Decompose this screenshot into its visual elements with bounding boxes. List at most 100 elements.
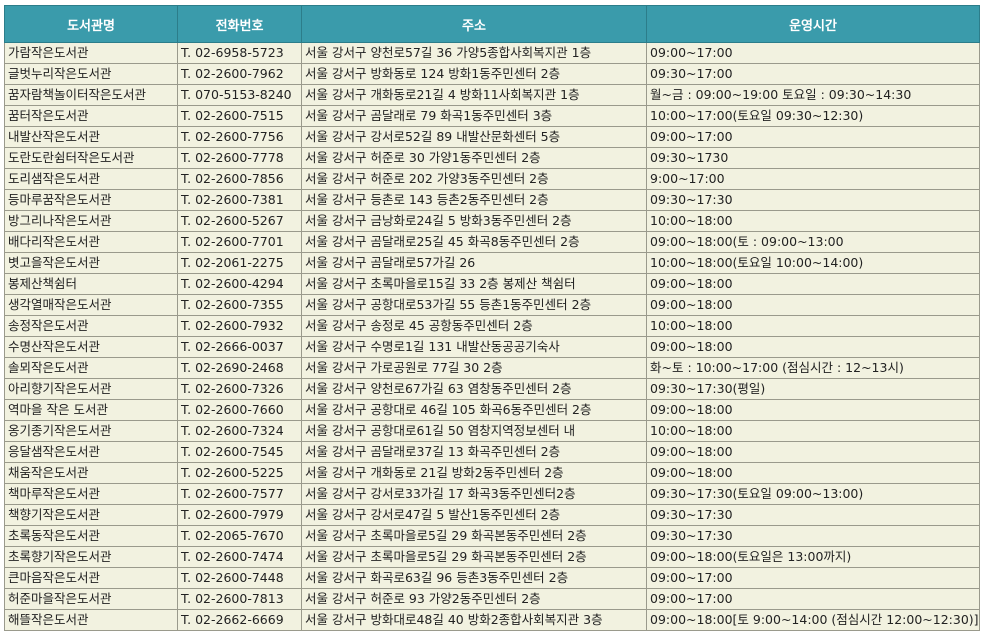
address-cell: 서울 강서구 화곡로63길 96 등촌3동주민센터 2층 (301, 567, 647, 589)
library-name-cell: 책마루작은도서관 (4, 483, 178, 505)
table-row: 송정작은도서관 T. 02-2600-7932 서울 강서구 송정로 45 공항동주… (4, 315, 980, 337)
library-name-cell: 역마을 작은 도서관 (4, 399, 178, 421)
library-name-cell: 허준마을작은도서관 (4, 588, 178, 610)
hours-cell: 09:00~18:00 (646, 399, 980, 421)
library-name-cell: 내발산작은도서관 (4, 126, 178, 148)
hours-cell: 10:00~18:00 (646, 315, 980, 337)
table-row: 등마루꿈작은도서관 T. 02-2600-7381 서울 강서구 등촌로 143 등… (4, 189, 980, 211)
hours-cell: 10:00~18:00 (646, 210, 980, 232)
library-name-cell: 봉제산책쉼터 (4, 273, 178, 295)
column-header-address: 주소 (301, 5, 647, 43)
hours-cell: 10:00~17:00(토요일 09:30~12:30) (646, 105, 980, 127)
address-cell: 서울 강서구 곰달래로 79 화곡1동주민센터 3층 (301, 105, 647, 127)
table-body: 가람작은도서관 T. 02-6958-5723 서울 강서구 양천로57길 36 가… (4, 42, 980, 631)
table-row: 생각열매작은도서관 T. 02-2600-7355 서울 강서구 공항대로53가길 … (4, 294, 980, 316)
address-cell: 서울 강서구 송정로 45 공항동주민센터 2층 (301, 315, 647, 337)
table-row: 책향기작은도서관 T. 02-2600-7979 서울 강서구 강서로47길 5 발… (4, 504, 980, 526)
table-row: 꿈터작은도서관 T. 02-2600-7515 서울 강서구 곰달래로 79 화곡1… (4, 105, 980, 127)
library-name-cell: 수명산작은도서관 (4, 336, 178, 358)
column-header-hours: 운영시간 (646, 5, 980, 43)
phone-cell: T. 02-2065-7670 (177, 525, 302, 547)
library-table-container: 도서관명 전화번호 주소 운영시간 가람작은도서관 T. 02-6958-5723… (4, 5, 980, 631)
library-name-cell: 글벗누리작은도서관 (4, 63, 178, 85)
table-row: 배다리작은도서관 T. 02-2600-7701 서울 강서구 곰달래로25길 45… (4, 231, 980, 253)
address-cell: 서울 강서구 양천로57길 36 가양5종합사회복지관 1층 (301, 42, 647, 64)
phone-cell: T. 02-2600-7979 (177, 504, 302, 526)
hours-cell: 09:00~18:00 (646, 336, 980, 358)
hours-cell: 화~토 : 10:00~17:00 (점심시간 : 12~13시) (646, 357, 980, 379)
phone-cell: T. 02-2600-7756 (177, 126, 302, 148)
hours-cell: 10:00~18:00 (646, 420, 980, 442)
library-name-cell: 응달샘작은도서관 (4, 441, 178, 463)
phone-cell: T. 02-2600-7813 (177, 588, 302, 610)
library-name-cell: 등마루꿈작은도서관 (4, 189, 178, 211)
table-row: 아리향기작은도서관 T. 02-2600-7326 서울 강서구 양천로67가길 6… (4, 378, 980, 400)
library-name-cell: 꿈자람책놀이터작은도서관 (4, 84, 178, 106)
library-name-cell: 생각열매작은도서관 (4, 294, 178, 316)
hours-cell: 09:00~18:00(토 : 09:00~13:00 (646, 231, 980, 253)
hours-cell: 09:30~17:30(평일) (646, 378, 980, 400)
library-name-cell: 해뜰작은도서관 (4, 609, 178, 631)
hours-cell: 09:00~18:00 (646, 273, 980, 295)
address-cell: 서울 강서구 방화대로48길 40 방화2종합사회복지관 3층 (301, 609, 647, 631)
column-header-phone: 전화번호 (177, 5, 302, 43)
library-name-cell: 방그리나작은도서관 (4, 210, 178, 232)
address-cell: 서울 강서구 공항대로61길 50 염창지역정보센터 내 (301, 420, 647, 442)
address-cell: 서울 강서구 초록마을로5길 29 화곡본동주민센터 2층 (301, 546, 647, 568)
hours-cell: 09:00~18:00(토요일은 13:00까지) (646, 546, 980, 568)
phone-cell: T. 02-2600-7577 (177, 483, 302, 505)
address-cell: 서울 강서구 허준로 93 가양2동주민센터 2층 (301, 588, 647, 610)
address-cell: 서울 강서구 개화동로21길 4 방화11사회복지관 1층 (301, 84, 647, 106)
phone-cell: T. 070-5153-8240 (177, 84, 302, 106)
phone-cell: T. 02-2600-4294 (177, 273, 302, 295)
table-row: 채움작은도서관 T. 02-2600-5225 서울 강서구 개화동로 21길 방화… (4, 462, 980, 484)
library-name-cell: 초록동작은도서관 (4, 525, 178, 547)
phone-cell: T. 02-2600-7932 (177, 315, 302, 337)
phone-cell: T. 02-2600-7515 (177, 105, 302, 127)
library-name-cell: 옹기종기작은도서관 (4, 420, 178, 442)
table-row: 옹기종기작은도서관 T. 02-2600-7324 서울 강서구 공항대로61길 5… (4, 420, 980, 442)
hours-cell: 09:00~18:00 (646, 462, 980, 484)
library-name-cell: 볏고을작은도서관 (4, 252, 178, 274)
table-row: 수명산작은도서관 T. 02-2666-0037 서울 강서구 수명로1길 131 … (4, 336, 980, 358)
hours-cell: 09:00~17:00 (646, 588, 980, 610)
hours-cell: 09:30~17:00 (646, 63, 980, 85)
hours-cell: 09:00~18:00 (646, 441, 980, 463)
table-row: 초록동작은도서관 T. 02-2065-7670 서울 강서구 초록마을로5길 29… (4, 525, 980, 547)
hours-cell: 09:30~17:30(토요일 09:00~13:00) (646, 483, 980, 505)
phone-cell: T. 02-2600-7778 (177, 147, 302, 169)
table-row: 응달샘작은도서관 T. 02-2600-7545 서울 강서구 곰달래로37길 13… (4, 441, 980, 463)
phone-cell: T. 02-2600-7660 (177, 399, 302, 421)
library-table: 도서관명 전화번호 주소 운영시간 가람작은도서관 T. 02-6958-5723… (4, 5, 980, 631)
phone-cell: T. 02-2690-2468 (177, 357, 302, 379)
address-cell: 서울 강서구 곰달래로57가길 26 (301, 252, 647, 274)
table-row: 허준마을작은도서관 T. 02-2600-7813 서울 강서구 허준로 93 가양… (4, 588, 980, 610)
table-header-row: 도서관명 전화번호 주소 운영시간 (4, 5, 980, 43)
hours-cell: 09:30~17:30 (646, 525, 980, 547)
address-cell: 서울 강서구 가로공원로 77길 30 2층 (301, 357, 647, 379)
hours-cell: 09:00~17:00 (646, 42, 980, 64)
address-cell: 서울 강서구 강서로52길 89 내발산문화센터 5층 (301, 126, 647, 148)
table-row: 꿈자람책놀이터작은도서관 T. 070-5153-8240 서울 강서구 개화동로2… (4, 84, 980, 106)
address-cell: 서울 강서구 등촌로 143 등촌2동주민센터 2층 (301, 189, 647, 211)
library-name-cell: 초록향기작은도서관 (4, 546, 178, 568)
table-row: 해뜰작은도서관 T. 02-2662-6669 서울 강서구 방화대로48길 40 … (4, 609, 980, 631)
table-row: 도란도란쉼터작은도서관 T. 02-2600-7778 서울 강서구 허준로 30 … (4, 147, 980, 169)
hours-cell: 09:00~17:00 (646, 126, 980, 148)
phone-cell: T. 02-2600-5225 (177, 462, 302, 484)
address-cell: 서울 강서구 허준로 30 가양1동주민센터 2층 (301, 147, 647, 169)
address-cell: 서울 강서구 초록마을로5길 29 화곡본동주민센터 2층 (301, 525, 647, 547)
hours-cell: 09:00~18:00 (646, 294, 980, 316)
hours-cell: 10:00~18:00(토요일 10:00~14:00) (646, 252, 980, 274)
library-name-cell: 큰마음작은도서관 (4, 567, 178, 589)
address-cell: 서울 강서구 양천로67가길 63 염창동주민센터 2층 (301, 378, 647, 400)
phone-cell: T. 02-2662-6669 (177, 609, 302, 631)
address-cell: 서울 강서구 금낭화로24길 5 방화3동주민센터 2층 (301, 210, 647, 232)
hours-cell: 월~금 : 09:00~19:00 토요일 : 09:30~14:30 (646, 84, 980, 106)
phone-cell: T. 02-2600-7355 (177, 294, 302, 316)
table-row: 큰마음작은도서관 T. 02-2600-7448 서울 강서구 화곡로63길 96 … (4, 567, 980, 589)
table-row: 역마을 작은 도서관 T. 02-2600-7660 서울 강서구 공항대로 46길… (4, 399, 980, 421)
library-name-cell: 도란도란쉼터작은도서관 (4, 147, 178, 169)
phone-cell: T. 02-2600-7448 (177, 567, 302, 589)
hours-cell: 09:00~18:00[토 9:00~14:00 (점심시간 12:00~12:… (646, 609, 980, 631)
